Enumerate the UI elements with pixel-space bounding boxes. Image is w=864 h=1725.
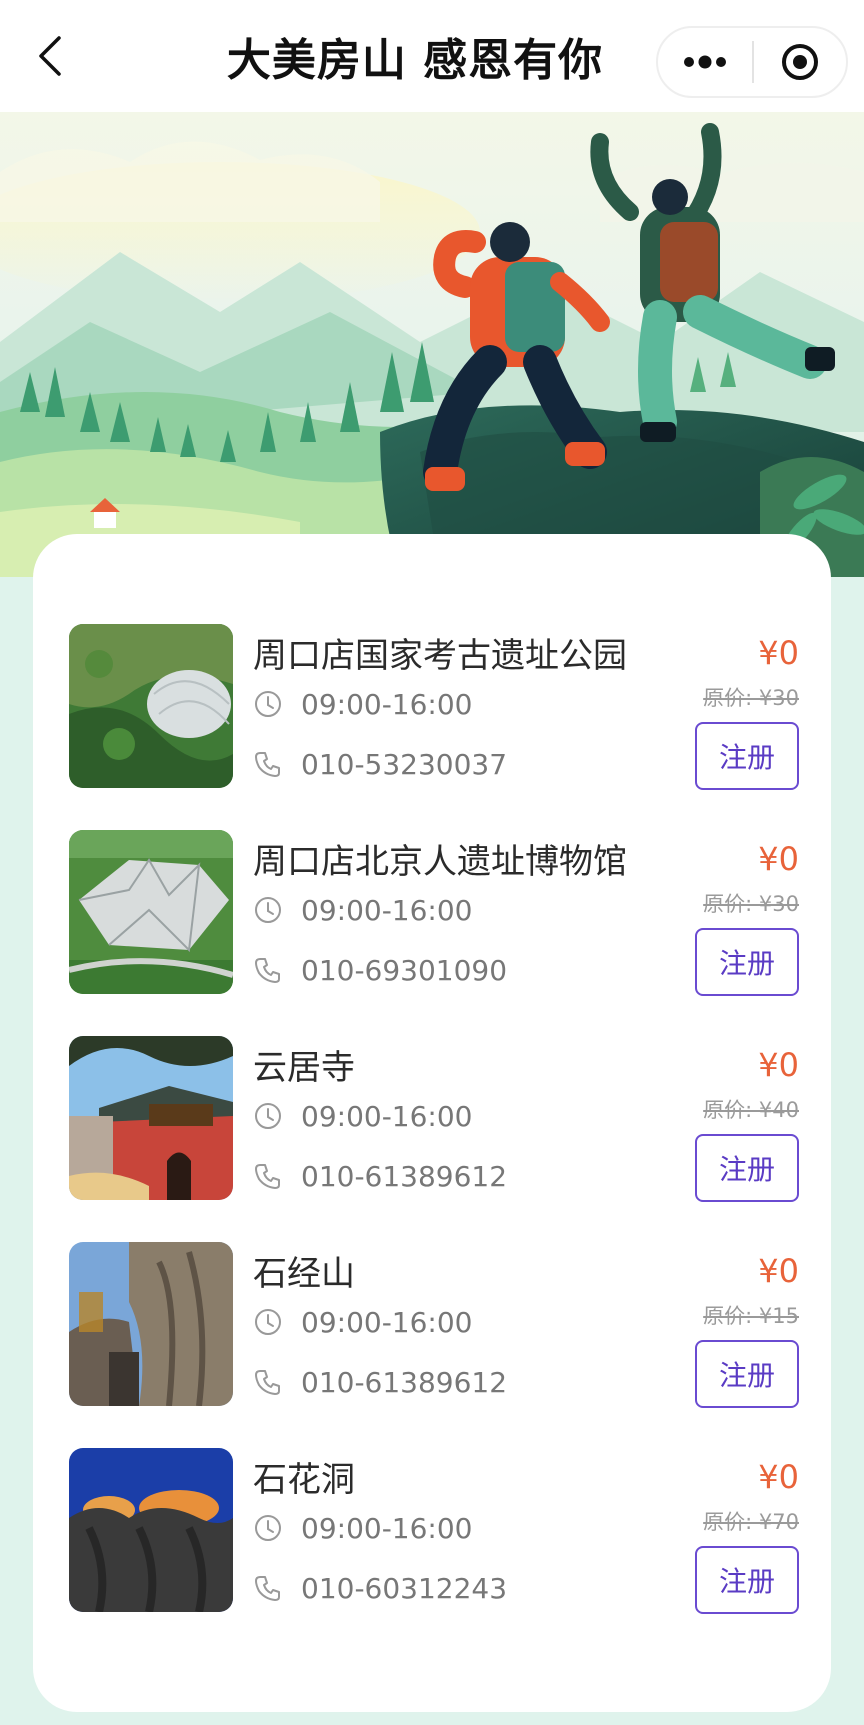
close-mini-program-button[interactable] bbox=[754, 28, 846, 96]
venue-item[interactable]: 云居寺 09:00-16:00 010-61389612 ¥0 原价: ¥40 … bbox=[69, 1036, 799, 1206]
cave-thumbnail bbox=[69, 1448, 233, 1612]
register-button[interactable]: 注册 bbox=[695, 1134, 799, 1202]
original-price: 原价: ¥70 bbox=[703, 1510, 799, 1534]
venue-hours: 09:00-16:00 bbox=[253, 686, 473, 722]
venue-phone: 010-69301090 bbox=[253, 952, 507, 988]
venue-phone: 010-53230037 bbox=[253, 746, 507, 782]
clock-icon bbox=[253, 1513, 283, 1543]
stone-mountain-thumbnail bbox=[69, 1242, 233, 1406]
back-button[interactable] bbox=[30, 34, 70, 78]
clock-icon bbox=[253, 689, 283, 719]
venue-phone: 010-60312243 bbox=[253, 1570, 507, 1606]
original-price: 原价: ¥40 bbox=[703, 1098, 799, 1122]
original-price: 原价: ¥30 bbox=[703, 686, 799, 710]
phone-icon bbox=[253, 749, 283, 779]
register-button[interactable]: 注册 bbox=[695, 722, 799, 790]
original-price: 原价: ¥15 bbox=[703, 1304, 799, 1328]
register-button[interactable]: 注册 bbox=[695, 1340, 799, 1408]
venue-hours: 09:00-16:00 bbox=[253, 1304, 473, 1340]
temple-gate-thumbnail bbox=[69, 1036, 233, 1200]
venue-phone: 010-61389612 bbox=[253, 1158, 507, 1194]
price: ¥0 bbox=[758, 634, 799, 672]
clock-icon bbox=[253, 1101, 283, 1131]
price: ¥0 bbox=[758, 1046, 799, 1084]
venue-item[interactable]: 石花洞 09:00-16:00 010-60312243 ¥0 原价: ¥70 … bbox=[69, 1448, 799, 1618]
venue-hours: 09:00-16:00 bbox=[253, 1098, 473, 1134]
hikers-illustration bbox=[0, 112, 864, 577]
mini-program-capsule bbox=[656, 26, 848, 98]
museum-building-thumbnail bbox=[69, 830, 233, 994]
price: ¥0 bbox=[758, 1252, 799, 1290]
price: ¥0 bbox=[758, 840, 799, 878]
phone-icon bbox=[253, 955, 283, 985]
venue-name: 云居寺 bbox=[253, 1048, 355, 1088]
chevron-left-icon bbox=[39, 36, 61, 76]
venue-item[interactable]: 周口店国家考古遗址公园 09:00-16:00 010-53230037 ¥0 … bbox=[69, 624, 799, 794]
venue-name: 石经山 bbox=[253, 1254, 355, 1294]
venue-name: 周口店国家考古遗址公园 bbox=[253, 636, 627, 676]
banner-illustration bbox=[0, 112, 864, 577]
venue-hours: 09:00-16:00 bbox=[253, 892, 473, 928]
clock-icon bbox=[253, 895, 283, 925]
venue-list-card: 周口店国家考古遗址公园 09:00-16:00 010-53230037 ¥0 … bbox=[33, 534, 831, 1712]
phone-icon bbox=[253, 1161, 283, 1191]
navigation-bar: 大美房山 感恩有你 bbox=[0, 0, 864, 112]
phone-icon bbox=[253, 1367, 283, 1397]
target-icon bbox=[781, 44, 818, 80]
more-button[interactable] bbox=[658, 28, 752, 96]
more-dots-icon bbox=[684, 55, 726, 69]
phone-icon bbox=[253, 1573, 283, 1603]
venue-name: 石花洞 bbox=[253, 1460, 355, 1500]
archaeological-park-thumbnail bbox=[69, 624, 233, 788]
register-button[interactable]: 注册 bbox=[695, 928, 799, 996]
original-price: 原价: ¥30 bbox=[703, 892, 799, 916]
venue-hours: 09:00-16:00 bbox=[253, 1510, 473, 1546]
page-title: 大美房山 感恩有你 bbox=[226, 35, 604, 86]
register-button[interactable]: 注册 bbox=[695, 1546, 799, 1614]
price: ¥0 bbox=[758, 1458, 799, 1496]
venue-item[interactable]: 石经山 09:00-16:00 010-61389612 ¥0 原价: ¥15 … bbox=[69, 1242, 799, 1412]
venue-item[interactable]: 周口店北京人遗址博物馆 09:00-16:00 010-69301090 ¥0 … bbox=[69, 830, 799, 1000]
venue-name: 周口店北京人遗址博物馆 bbox=[253, 842, 627, 882]
venue-phone: 010-61389612 bbox=[253, 1364, 507, 1400]
clock-icon bbox=[253, 1307, 283, 1337]
